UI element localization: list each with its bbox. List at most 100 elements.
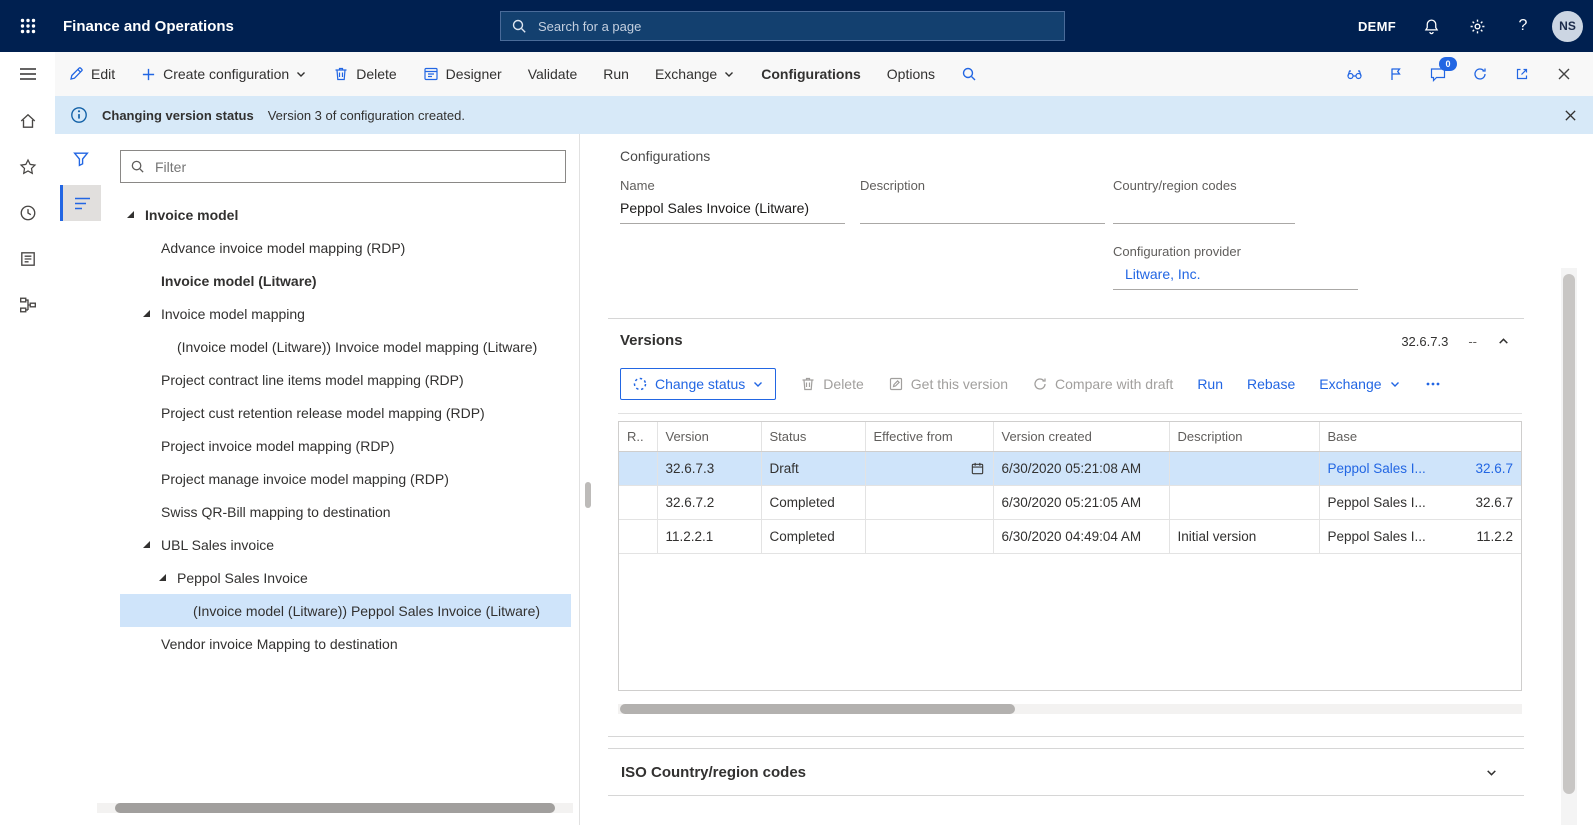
nav-modules-button[interactable] [0,282,55,328]
tree-item-swiss-qr-bill-mapping-to-destination[interactable]: Swiss QR-Bill mapping to destination [120,495,571,528]
configuration-provider-link[interactable]: Litware, Inc. [1113,266,1358,290]
status-cell: Completed [761,519,866,554]
tree-item-peppol-sales-invoice[interactable]: Peppol Sales Invoice [120,561,571,594]
tree-item-advance-invoice-model-mapping-rdp[interactable]: Advance invoice model mapping (RDP) [120,231,571,264]
calendar-icon[interactable] [970,461,985,476]
effective-from-cell[interactable] [865,451,994,486]
settings-button[interactable] [1454,0,1500,52]
filter-funnel-button[interactable] [72,150,90,167]
refresh-button[interactable] [1465,59,1495,89]
versions-more-action[interactable] [1425,376,1441,392]
row-selector-cell[interactable] [619,451,658,486]
tree-item-project-manage-invoice-model-mapping-rdp[interactable]: Project manage invoice model mapping (RD… [120,462,571,495]
tree-view-toggle-button[interactable] [60,185,101,221]
grid-horizontal-scrollbar[interactable] [618,704,1522,714]
collapse-section-button[interactable] [1497,335,1510,348]
base-config-link[interactable]: Peppol Sales I... [1328,529,1426,544]
column-header-base[interactable]: Base [1319,422,1521,452]
tree-item-invoice-model-mapping[interactable]: Invoice model mapping [120,297,571,330]
tree-item-invoice-model-litware-peppol-sales-invoi[interactable]: (Invoice model (Litware)) Peppol Sales I… [120,594,571,627]
action-validate[interactable]: Validate [528,66,578,82]
page-vertical-scrollbar[interactable] [1561,268,1577,825]
column-header-r[interactable]: R.. [619,422,658,452]
action-create-configuration[interactable]: Create configuration [141,66,307,82]
country-codes-value[interactable] [1113,200,1295,224]
column-header-version[interactable]: Version [657,422,762,452]
nav-workspaces-button[interactable] [0,236,55,282]
nav-home-button[interactable] [0,98,55,144]
nav-recent-button[interactable] [0,190,55,236]
tree-item-ubl-sales-invoice[interactable]: UBL Sales invoice [120,528,571,561]
message-bar-close-button[interactable] [1564,109,1577,122]
iso-country-region-section[interactable]: ISO Country/region codes [608,748,1524,796]
action-options[interactable]: Options [887,66,935,82]
tree-item-vendor-invoice-mapping-to-destination[interactable]: Vendor invoice Mapping to destination [120,627,571,660]
versions-run-action[interactable]: Run [1197,376,1223,392]
panel-splitter[interactable] [580,134,597,825]
table-row-version-11-2-2-1[interactable]: 11.2.2.1 Completed 6/30/2020 04:49:04 AM In… [619,519,1521,554]
open-in-new-window-button[interactable] [1507,59,1537,89]
base-config-link[interactable]: Peppol Sales I... [1328,461,1426,476]
versions-rebase-action[interactable]: Rebase [1247,376,1295,392]
tree-filter-box[interactable] [120,150,566,183]
versions-summary-extra: -- [1468,334,1477,349]
splitter-grip[interactable] [585,482,591,508]
table-row-version-32-6-7-3[interactable]: 32.6.7.3 Draft 6/30/2020 05:21:08 AM Peppol… [619,451,1521,486]
expander-icon[interactable] [159,574,177,581]
version-created-cell: 6/30/2020 05:21:08 AM [993,451,1170,486]
hamburger-menu-button[interactable] [0,52,55,96]
name-value[interactable]: Peppol Sales Invoice (Litware) [620,200,845,224]
avatar[interactable]: NS [1552,10,1583,42]
info-icon [70,106,88,124]
action-find[interactable] [961,66,977,82]
tree-item-invoice-model[interactable]: Invoice model [120,198,571,231]
expander-icon[interactable] [143,310,161,317]
base-config-link[interactable]: Peppol Sales I... [1328,495,1426,510]
expander-icon[interactable] [143,541,161,548]
versions-section-title[interactable]: Versions [620,332,683,349]
version-created-cell: 6/30/2020 04:49:04 AM [993,519,1170,554]
action-run[interactable]: Run [603,66,629,82]
scrollbar-thumb[interactable] [1563,274,1575,794]
tree-item-label: Advance invoice model mapping (RDP) [161,239,406,256]
close-page-button[interactable] [1549,59,1579,89]
company-picker[interactable]: DEMF [1346,0,1408,52]
tree-horizontal-scrollbar[interactable] [97,803,573,813]
column-header-version-created[interactable]: Version created [993,422,1170,452]
description-value[interactable] [860,200,1105,224]
versions-change-status-button[interactable]: Change status [620,368,777,400]
action-designer[interactable]: Designer [423,66,502,82]
page-search-box[interactable] [500,11,1065,41]
app-launcher-button[interactable] [0,0,55,52]
tree-item-invoice-model-litware-invoice-model-mapp[interactable]: (Invoice model (Litware)) Invoice model … [120,330,571,363]
table-row-version-32-6-7-2[interactable]: 32.6.7.2 Completed 6/30/2020 05:21:05 AM Pe… [619,485,1521,520]
versions-exchange-action[interactable]: Exchange [1319,376,1400,392]
row-selector-cell[interactable] [619,519,658,554]
pencil-icon [68,66,84,82]
action-delete[interactable]: Delete [333,66,397,82]
effective-from-cell [865,519,994,554]
action-configurations[interactable]: Configurations [761,66,861,82]
action-exchange[interactable]: Exchange [655,66,735,82]
row-selector-cell[interactable] [619,485,658,520]
column-header-status[interactable]: Status [761,422,866,452]
tree-item-project-invoice-model-mapping-rdp[interactable]: Project invoice model mapping (RDP) [120,429,571,462]
nav-favorites-button[interactable] [0,144,55,190]
page-search-input[interactable] [536,17,1054,35]
column-header-effective-from[interactable]: Effective from [865,422,994,452]
notifications-button[interactable] [1408,0,1454,52]
funnel-icon [72,150,90,167]
tree-filter-input[interactable] [153,157,556,176]
tree-item-project-contract-line-items-model-mappin[interactable]: Project contract line items model mappin… [120,363,571,396]
scrollbar-thumb[interactable] [620,704,1015,714]
glasses-button[interactable] [1339,59,1369,89]
tree-item-project-cust-retention-release-model-map[interactable]: Project cust retention release model map… [120,396,571,429]
scrollbar-thumb[interactable] [115,803,555,813]
tree-item-invoice-model-litware[interactable]: Invoice model (Litware) [120,264,571,297]
expander-icon[interactable] [127,211,145,218]
messages-button[interactable]: 0 [1423,57,1457,89]
help-button[interactable]: ? [1500,0,1546,52]
column-header-description[interactable]: Description [1169,422,1320,452]
action-edit[interactable]: Edit [68,66,115,82]
flag-button[interactable] [1381,59,1411,89]
